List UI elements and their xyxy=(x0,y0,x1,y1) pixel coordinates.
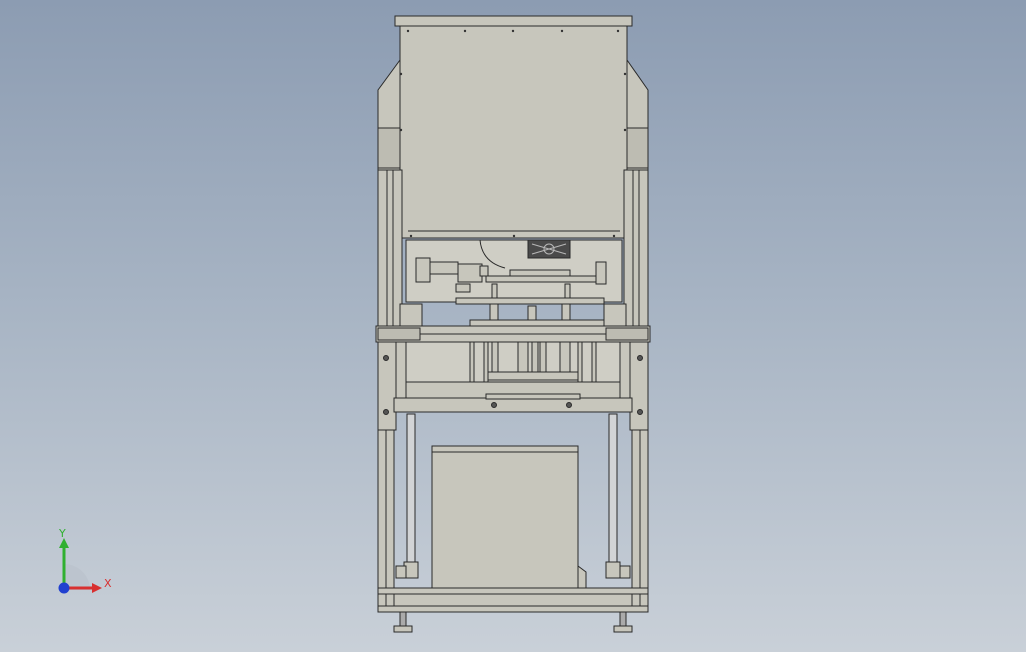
lower-box xyxy=(431,445,587,589)
coordinate-triad: Y X xyxy=(58,528,112,594)
mechanism-assembly xyxy=(399,239,627,329)
z-axis-dot xyxy=(58,582,70,594)
right-frame-column xyxy=(619,169,649,613)
cabinet-cover xyxy=(377,15,649,239)
machine-model[interactable] xyxy=(0,0,1026,652)
lift-cylinders xyxy=(393,341,633,413)
left-frame-column xyxy=(377,169,407,613)
x-axis-label: X xyxy=(104,577,112,590)
graphics-viewport[interactable]: Y X xyxy=(0,0,1026,652)
y-axis-label: Y xyxy=(58,528,66,540)
base-frame xyxy=(377,587,649,633)
